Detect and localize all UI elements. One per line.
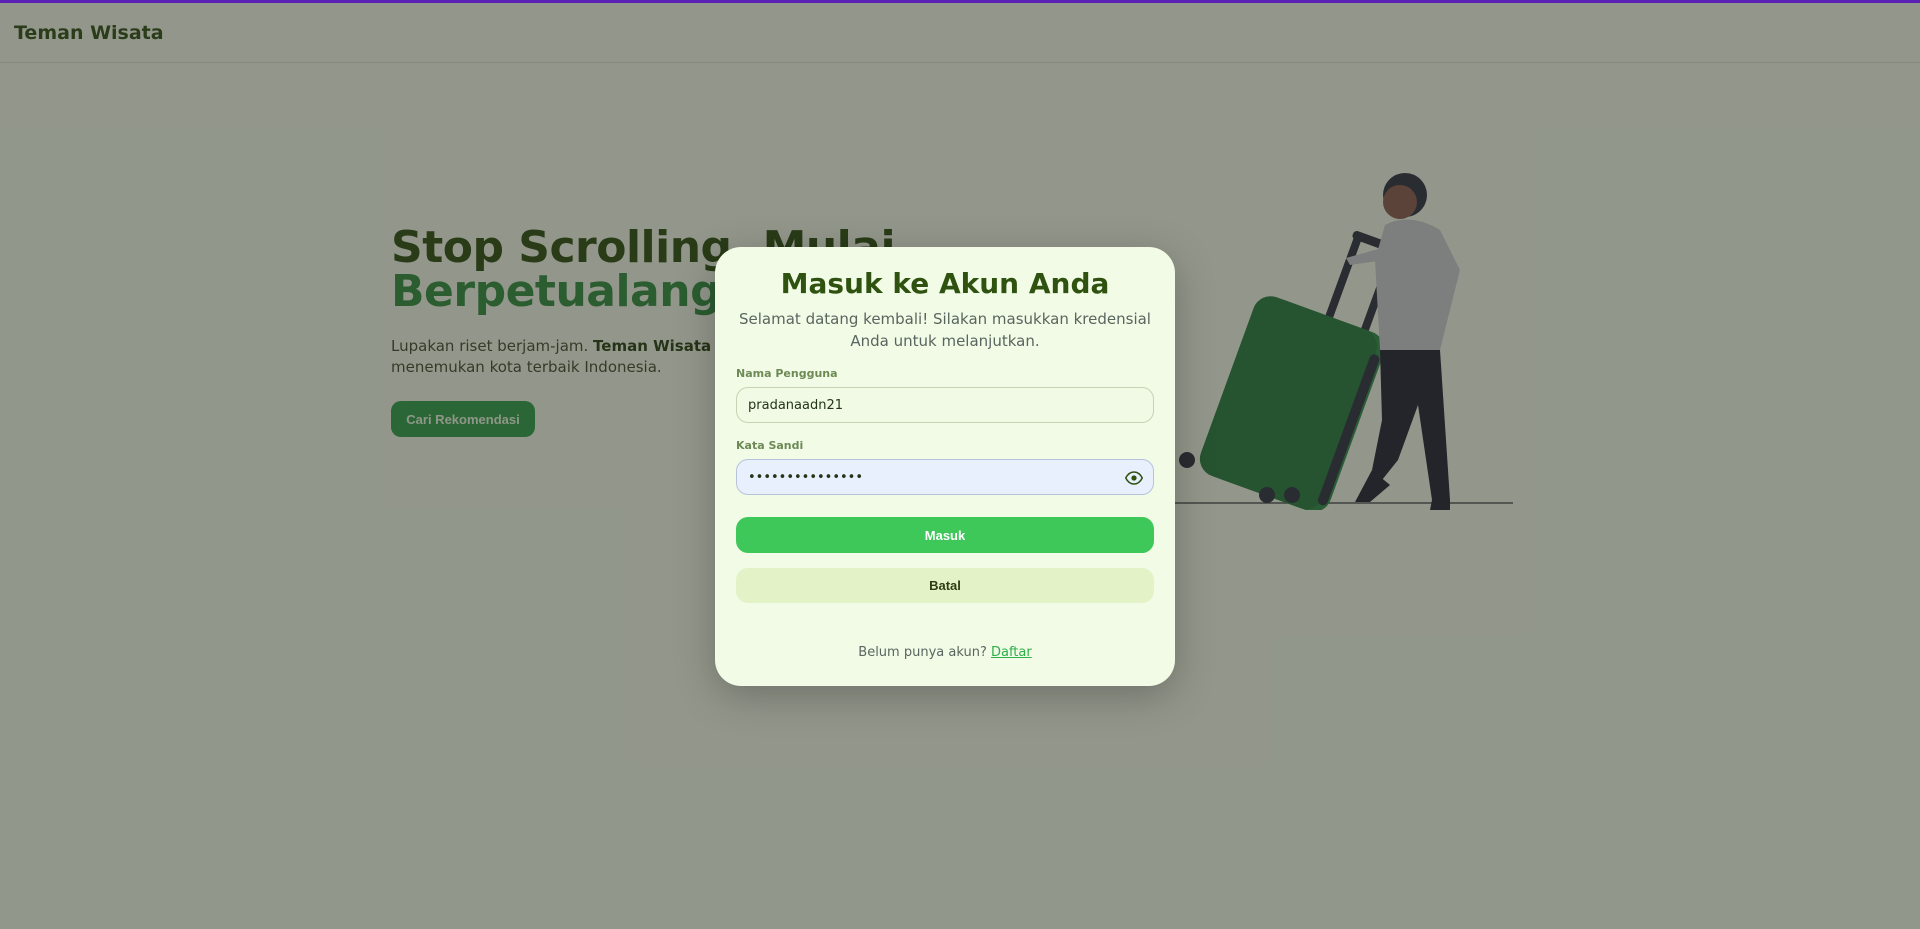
register-link[interactable]: Daftar <box>991 645 1032 660</box>
login-subtitle: Selamat datang kembali! Silakan masukkan… <box>739 310 1151 350</box>
password-label: Kata Sandi <box>736 439 804 452</box>
cancel-button[interactable]: Batal <box>736 568 1154 603</box>
login-modal: Masuk ke Akun Anda Selamat datang kembal… <box>715 247 1175 686</box>
username-label: Nama Pengguna <box>736 367 838 380</box>
username-value: pradanaadn21 <box>748 397 843 413</box>
eye-icon[interactable] <box>1125 469 1143 487</box>
login-title: Masuk ke Akun Anda <box>780 267 1110 300</box>
username-input[interactable]: pradanaadn21 <box>736 387 1154 423</box>
password-input[interactable]: ••••••••••••••• <box>736 459 1154 495</box>
register-prompt: Belum punya akun? Daftar <box>715 645 1175 660</box>
register-prompt-text: Belum punya akun? <box>858 645 987 660</box>
password-value: ••••••••••••••• <box>748 469 864 485</box>
page-loading-bar <box>0 0 1920 3</box>
login-button[interactable]: Masuk <box>736 517 1154 553</box>
